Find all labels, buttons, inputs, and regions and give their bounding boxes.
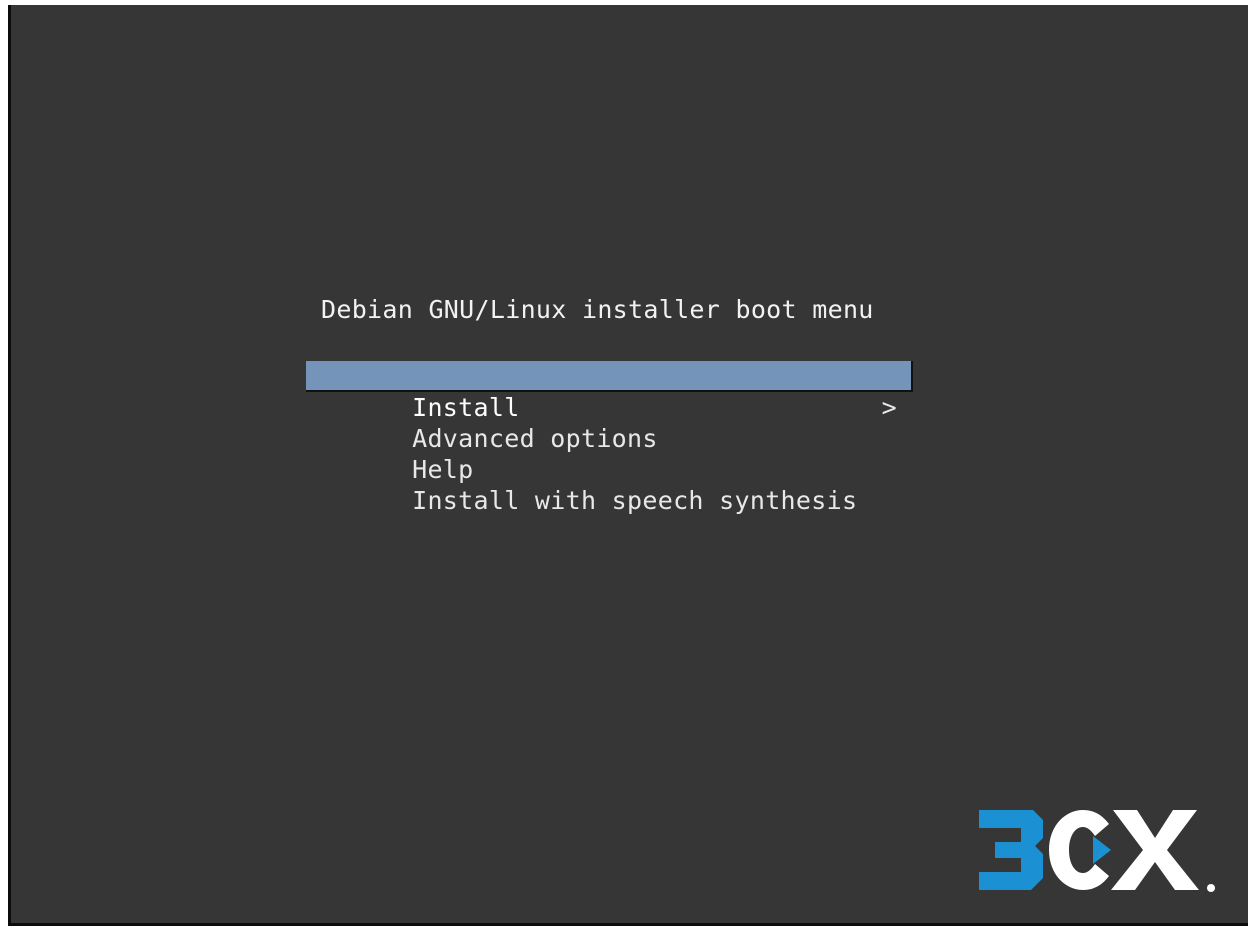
boot-screen: Debian GNU/Linux installer boot menu Ins… [8, 5, 1248, 926]
logo-chevron [1093, 836, 1111, 864]
boot-menu-list: Install Advanced options > Help Install … [306, 361, 913, 515]
logo-digit-3 [979, 810, 1043, 890]
logo-registered-mark [1207, 884, 1215, 892]
3cx-logo [979, 810, 1215, 892]
logo-letter-x [1111, 810, 1199, 890]
menu-item-label: Install with speech synthesis [412, 486, 858, 515]
menu-item-install[interactable]: Install [306, 361, 913, 422]
submenu-arrow-icon: > [881, 393, 897, 422]
menu-item-help[interactable]: Help [306, 423, 913, 484]
menu-item-speech-synthesis[interactable]: Install with speech synthesis [306, 454, 913, 515]
menu-item-advanced-options[interactable]: Advanced options > [306, 392, 913, 453]
boot-menu-title: Debian GNU/Linux installer boot menu [321, 295, 874, 324]
